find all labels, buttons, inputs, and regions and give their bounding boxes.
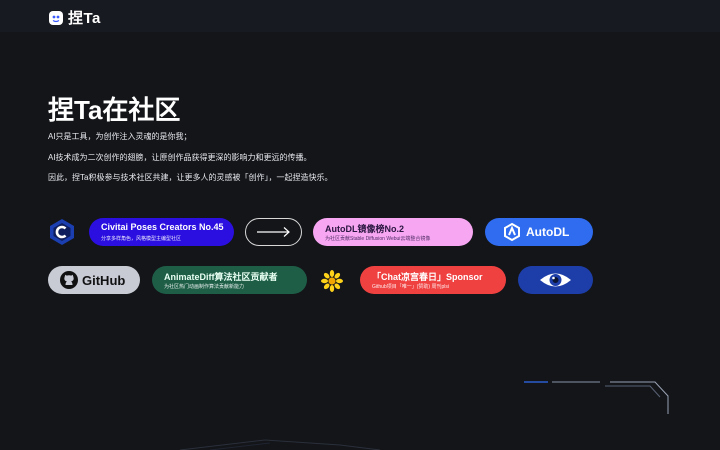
decorative-lines: [179, 381, 669, 450]
